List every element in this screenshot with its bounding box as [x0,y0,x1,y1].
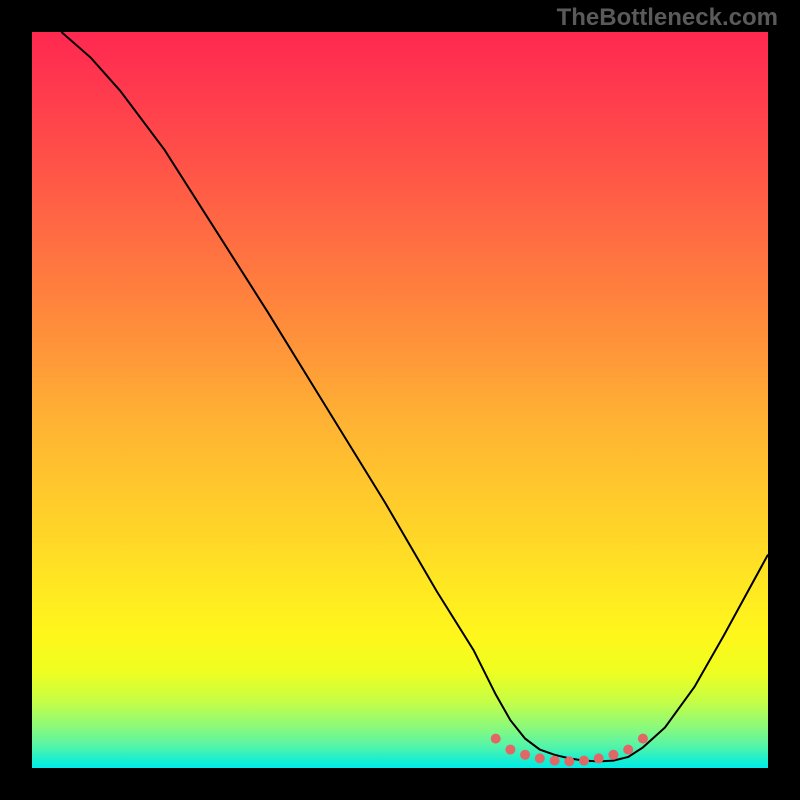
watermark-text: TheBottleneck.com [557,4,778,32]
chart-svg [32,32,768,768]
marker-dot [520,750,530,760]
plot-area [32,32,768,768]
curve-line [61,32,768,761]
marker-dot [608,750,618,760]
marker-dot [579,756,589,766]
marker-dot [564,756,574,766]
marker-dot [491,734,501,744]
marker-dot [505,745,515,755]
marker-dot [638,734,648,744]
marker-dot [594,753,604,763]
chart-frame: TheBottleneck.com [0,0,800,800]
marker-dot [623,745,633,755]
marker-dot [550,756,560,766]
marker-dot [535,753,545,763]
bottom-markers [491,734,648,767]
